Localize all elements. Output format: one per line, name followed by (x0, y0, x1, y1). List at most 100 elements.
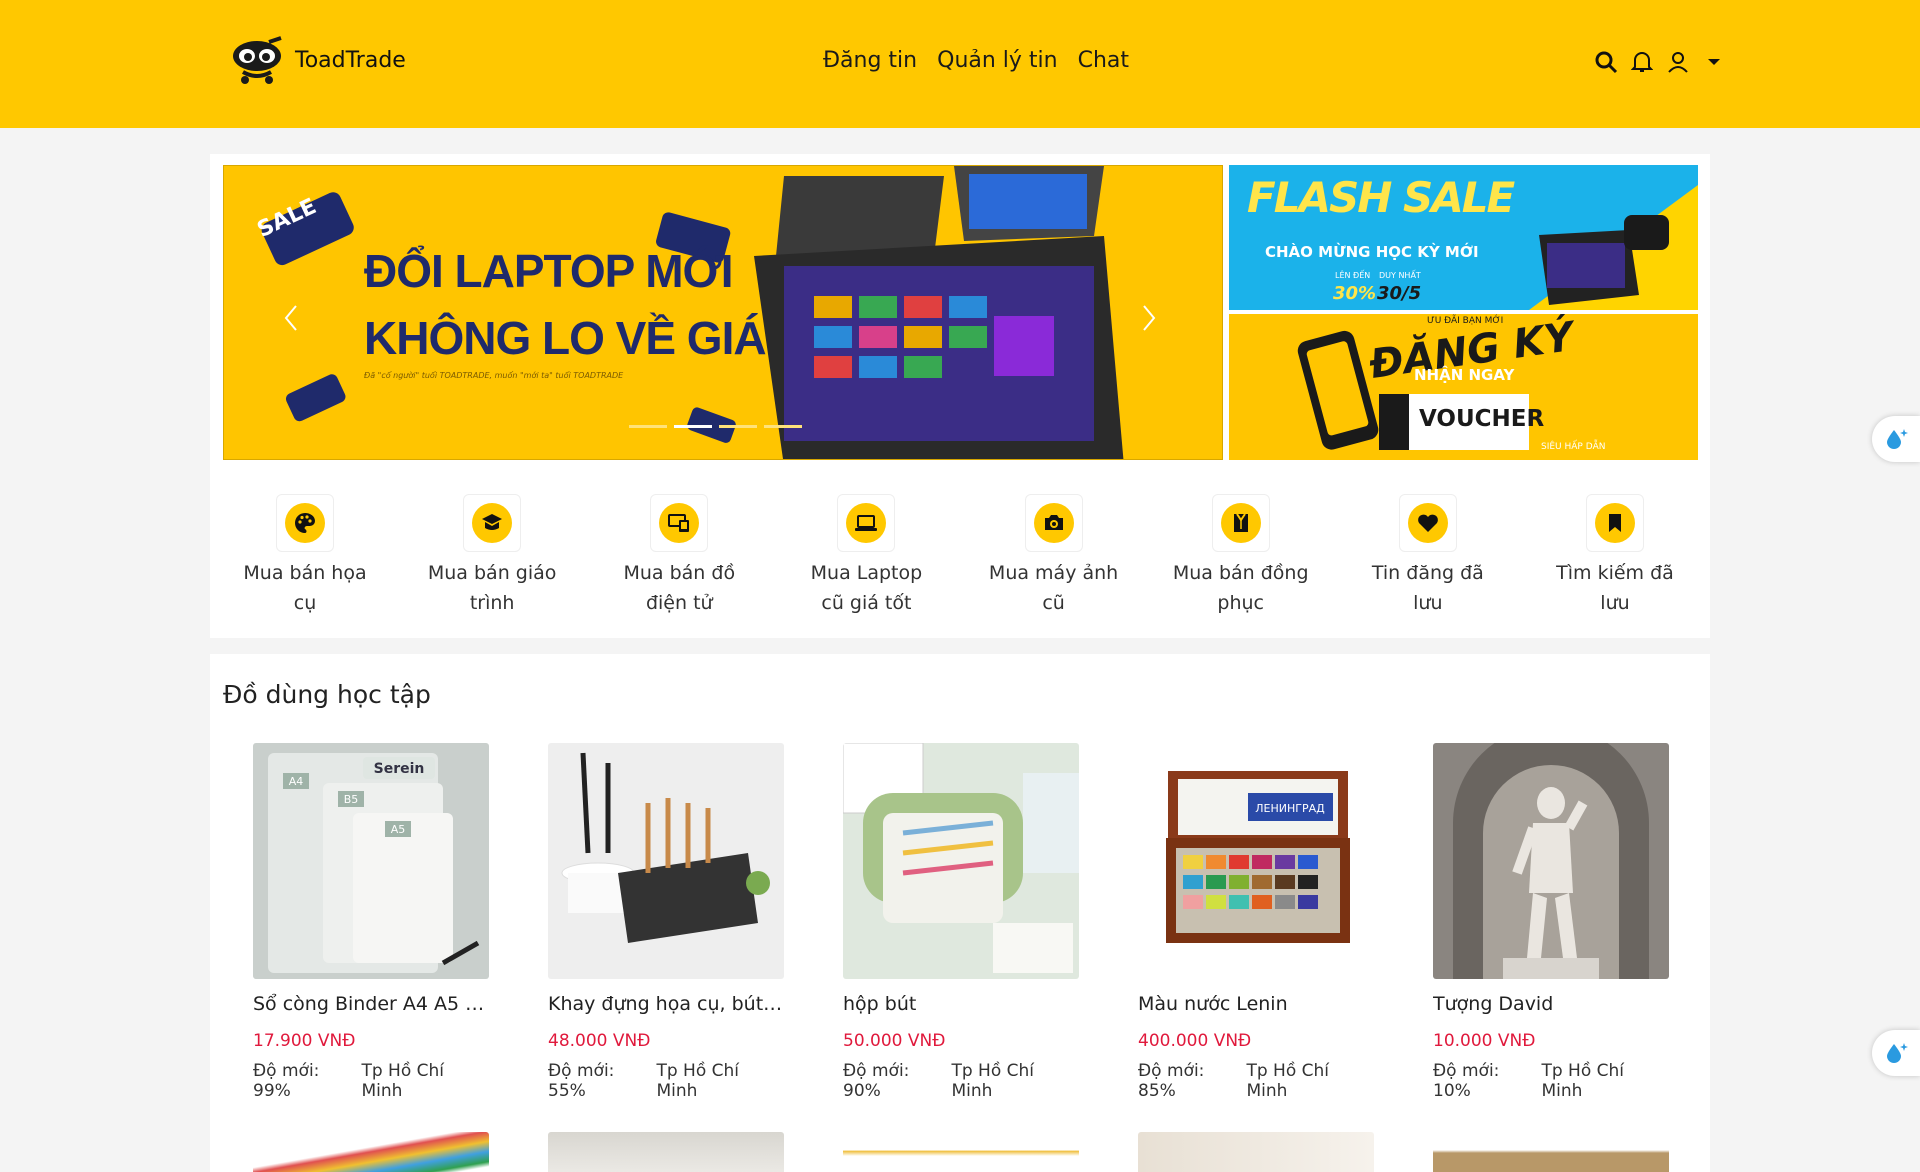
flash-sale-date: 30/5 (1377, 283, 1422, 304)
product-image-binder[interactable]: Serein A4 B5 A5 (253, 743, 489, 979)
nav-manage-ads[interactable]: Quản lý tin (937, 48, 1057, 73)
toad-logo-icon (233, 36, 282, 84)
bell-icon[interactable] (1629, 48, 1655, 76)
header-actions (1593, 48, 1727, 76)
category-label: Tìm kiếm đã lưu (1556, 562, 1674, 614)
register-voucher-banner[interactable]: ƯU ĐÃI BẠN MỚI ĐĂNG KÝ NHẬN NGAY VOUCHER… (1229, 314, 1698, 460)
product-image-brushes[interactable] (843, 1132, 1079, 1172)
category-icon-frame (463, 494, 522, 552)
category-icon-frame (276, 494, 334, 552)
logo[interactable]: ToadTrade (229, 34, 406, 86)
product-condition: Độ mới: 85% (1138, 1061, 1246, 1101)
top-header: ToadTrade Đăng tin Quản lý tin Chat (0, 0, 1920, 128)
floating-assistant-button[interactable] (1872, 416, 1920, 462)
category-icon-frame (1211, 494, 1270, 552)
product-price: 10.000 VNĐ (1433, 1031, 1536, 1051)
product-price: 17.900 VNĐ (253, 1031, 356, 1051)
flash-sale-title: FLASH SALE (1247, 173, 1515, 222)
category-art-supplies[interactable]: Mua bán họa cụ (230, 494, 380, 618)
product-location: Tp Hồ Chí Minh (1246, 1061, 1329, 1101)
product-card[interactable]: Tượng David 10.000 VNĐ Độ mới: 10% Tp Hồ… (1433, 743, 1669, 1101)
condition-label: Độ mới: (1433, 1061, 1500, 1081)
product-price: 48.000 VNĐ (548, 1031, 651, 1051)
product-meta: Độ mới: 90% Tp Hồ Chí Minh (843, 1061, 1079, 1101)
category-electronics[interactable]: Mua bán đồ điện tử (604, 494, 754, 618)
product-image-david-statue[interactable] (1433, 743, 1669, 979)
condition-value: 85% (1138, 1081, 1176, 1101)
flash-sale-small-2: DUY NHẤT (1379, 271, 1421, 280)
lenin-box-label: ЛЕНИНГРАД (1255, 802, 1325, 815)
search-icon[interactable] (1593, 48, 1619, 76)
uniform-icon (1220, 503, 1261, 543)
product-image-pen-tray[interactable] (548, 743, 784, 979)
category-label: Mua Laptop cũ giá tốt (810, 562, 923, 614)
banner-headline-1: ĐỔI LAPTOP MỚI (364, 245, 734, 297)
product-name[interactable]: Sổ còng Binder A4 A5 8... (253, 993, 489, 1021)
devices-icon (659, 503, 700, 543)
product-name[interactable]: Tượng David (1433, 993, 1669, 1021)
nav-post-ad[interactable]: Đăng tin (823, 48, 917, 73)
banner-headline-2: KHÔNG LO VỀ GIÁ (364, 312, 767, 364)
droplet-sparkle-icon (1887, 1043, 1908, 1063)
category-saved-posts[interactable]: Tin đăng đã lưu (1353, 494, 1503, 618)
book-icon (472, 503, 513, 543)
category-used-laptops[interactable]: Mua Laptop cũ giá tốt (791, 494, 941, 618)
product-image-pencil-case[interactable] (843, 743, 1079, 979)
category-label: Tin đăng đã lưu (1371, 562, 1484, 614)
floating-assistant-button-2[interactable] (1872, 1030, 1920, 1076)
product-name[interactable]: hộp bút (843, 993, 1079, 1021)
category-label: Mua máy ảnh cũ (988, 562, 1119, 614)
product-grid: Serein A4 B5 A5 Sổ còng Binder A4 A5 8..… (253, 743, 1669, 1101)
condition-label: Độ mới: (253, 1061, 320, 1081)
product-price: 50.000 VNĐ (843, 1031, 946, 1051)
bookmark-icon (1594, 503, 1635, 543)
category-used-cameras[interactable]: Mua máy ảnh cũ (979, 494, 1129, 618)
voucher-label: VOUCHER (1419, 406, 1545, 432)
category-saved-searches[interactable]: Tìm kiếm đã lưu (1540, 494, 1690, 618)
product-meta: Độ mới: 99% Tp Hồ Chí Minh (253, 1061, 489, 1101)
product-image-room[interactable] (1138, 1132, 1374, 1172)
product-name[interactable]: Khay đựng họa cụ, bút ... (548, 993, 784, 1021)
binder-a5-label: A5 (391, 823, 406, 836)
category-icon-frame (1398, 494, 1457, 552)
product-meta: Độ mới: 85% Tp Hồ Chí Minh (1138, 1061, 1374, 1101)
flash-sale-subtitle: CHÀO MỪNG HỌC KỲ MỚI (1265, 243, 1479, 261)
condition-label: Độ mới: (843, 1061, 910, 1081)
product-image-bag[interactable] (1433, 1132, 1669, 1172)
register-bottom-label: SIÊU HẤP DẪN (1541, 442, 1606, 452)
section-title: Đồ dùng học tập (223, 680, 431, 709)
main-banner-carousel[interactable]: ĐỔI LAPTOP MỚI KHÔNG LO VỀ GIÁ Đã "cổ ng… (223, 165, 1223, 460)
condition-value: 55% (548, 1081, 586, 1101)
product-location: Tp Hồ Chí Minh (656, 1061, 739, 1101)
category-textbooks[interactable]: Mua bán giáo trình (417, 494, 567, 618)
product-image-pens[interactable] (548, 1132, 784, 1172)
droplet-sparkle-icon (1887, 429, 1908, 449)
product-grid-row-2 (253, 1132, 1669, 1172)
product-card[interactable]: ЛЕНИНГРАД Màu nước Lenin 400.000 VNĐ Độ … (1138, 743, 1374, 1101)
condition-value: 90% (843, 1081, 881, 1101)
flash-sale-banner[interactable]: FLASH SALE CHÀO MỪNG HỌC KỲ MỚI LÊN ĐẾN … (1229, 165, 1698, 310)
register-sub: NHẬN NGAY (1414, 366, 1515, 384)
category-uniforms[interactable]: Mua bán đồng phục (1166, 494, 1316, 618)
banner-tagline: Đã "cổ người" tuổi TOADTRADE, muốn "mới … (364, 371, 624, 380)
flash-sale-small-1: LÊN ĐẾN (1335, 271, 1371, 280)
condition-label: Độ mới: (1138, 1061, 1205, 1081)
product-image-watercolor[interactable]: ЛЕНИНГРАД (1138, 743, 1374, 979)
product-card[interactable]: Serein A4 B5 A5 Sổ còng Binder A4 A5 8..… (253, 743, 489, 1101)
chevron-down-icon[interactable] (1701, 48, 1727, 76)
product-image-colored-pencils[interactable] (253, 1132, 489, 1172)
laptop-icon (846, 503, 887, 543)
nav-chat[interactable]: Chat (1078, 48, 1129, 73)
product-condition: Độ mới: 10% (1433, 1061, 1541, 1101)
category-icon-frame (1024, 494, 1083, 552)
product-meta: Độ mới: 10% Tp Hồ Chí Minh (1433, 1061, 1669, 1101)
brand-name: ToadTrade (295, 47, 406, 73)
product-condition: Độ mới: 55% (548, 1061, 656, 1101)
product-card[interactable]: hộp bút 50.000 VNĐ Độ mới: 90% Tp Hồ Chí… (843, 743, 1079, 1101)
flash-sale-percent: 30% (1333, 283, 1377, 304)
product-location: Tp Hồ Chí Minh (1541, 1061, 1624, 1101)
product-card[interactable]: Khay đựng họa cụ, bút ... 48.000 VNĐ Độ … (548, 743, 784, 1101)
user-icon[interactable] (1665, 48, 1691, 76)
product-name[interactable]: Màu nước Lenin (1138, 993, 1374, 1021)
binder-brand-label: Serein (374, 761, 425, 777)
